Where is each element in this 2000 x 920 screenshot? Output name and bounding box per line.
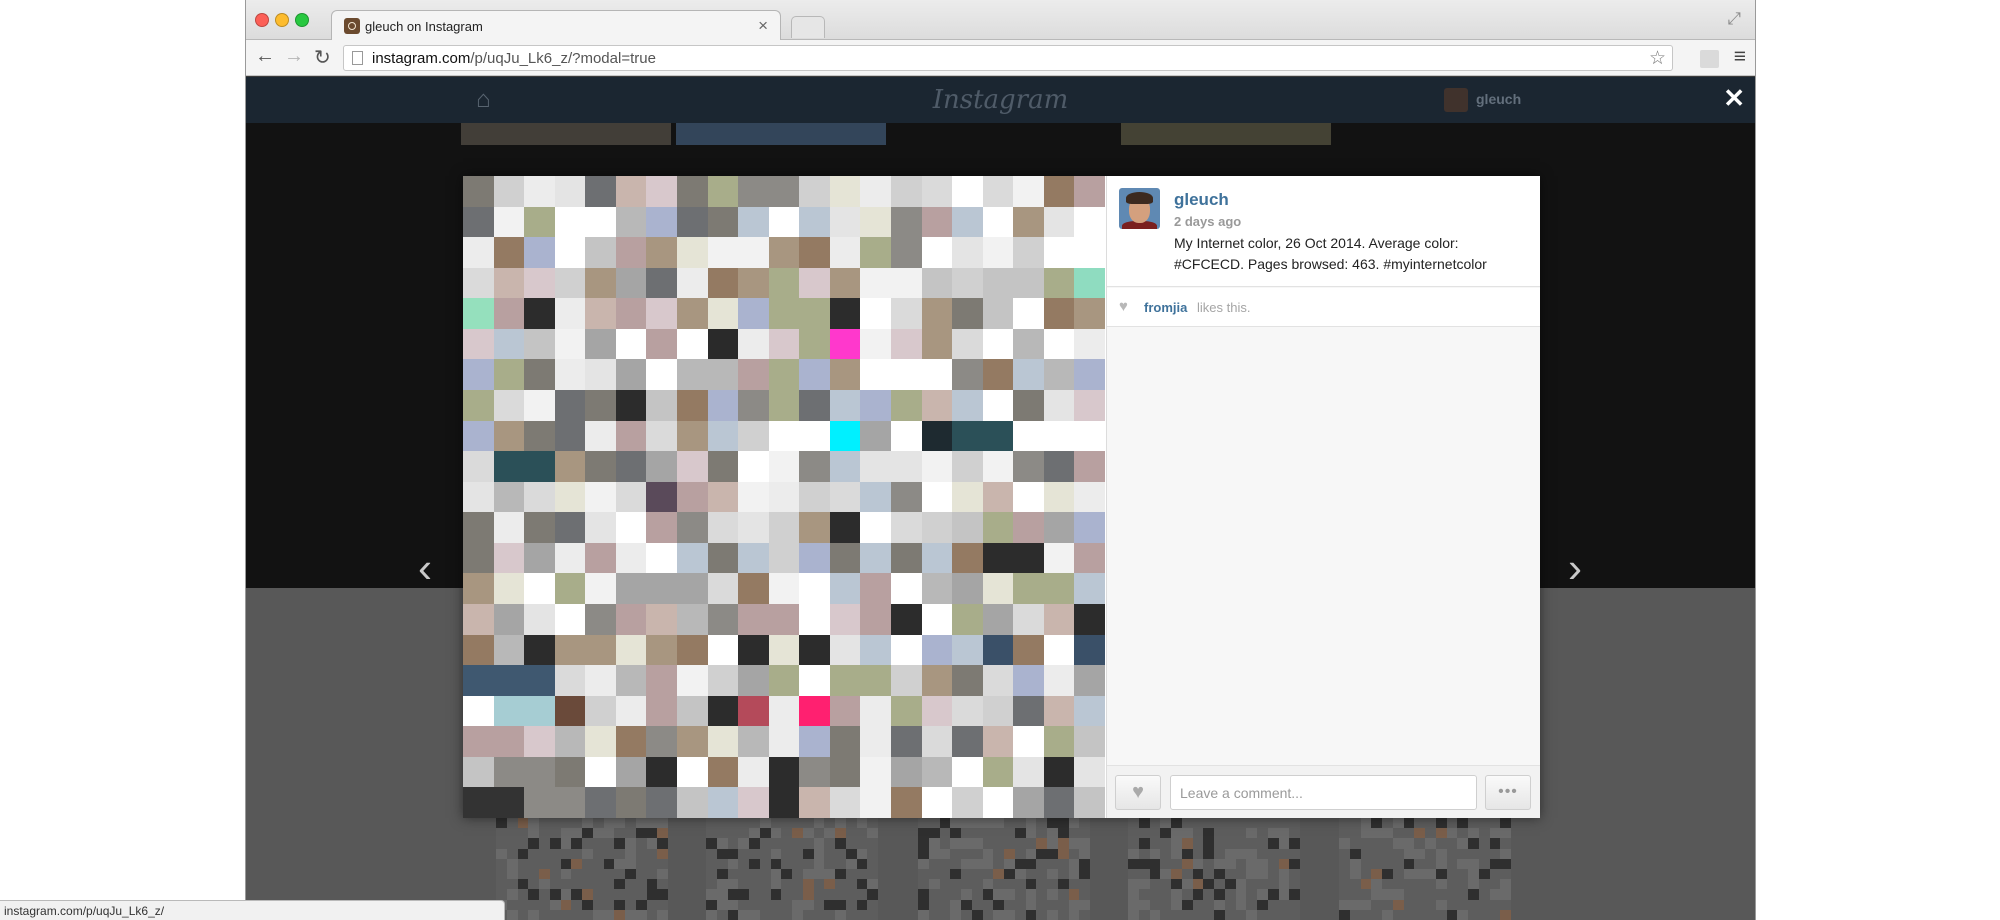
background-thumbnail (1121, 123, 1331, 145)
liker-username[interactable]: fromjia (1144, 300, 1187, 315)
comment-input[interactable] (1170, 775, 1477, 810)
star-icon[interactable]: ☆ (1649, 47, 1666, 70)
grid-thumbnail[interactable] (496, 818, 668, 920)
prev-arrow-icon[interactable]: ‹ (418, 544, 432, 592)
close-icon[interactable]: ✕ (1723, 83, 1745, 114)
browser-tab[interactable]: gleuch on Instagram × (331, 10, 781, 41)
instagram-favicon-icon (344, 18, 360, 34)
instagram-logo[interactable]: Instagram (246, 85, 1755, 115)
url-text[interactable]: instagram.com/p/uqJu_Lk6_z/?modal=true (372, 50, 656, 67)
browser-window: gleuch on Instagram × ⤢ ← → ↻ instagram.… (245, 0, 1756, 920)
post-sidebar: gleuch 2 days ago My Internet color, 26 … (1106, 176, 1540, 818)
grid-thumbnail[interactable] (1128, 818, 1300, 920)
page-icon (352, 51, 363, 65)
title-bar: gleuch on Instagram × ⤢ (246, 0, 1755, 41)
browser-toolbar: ← → ↻ instagram.com/p/uqJu_Lk6_z/?modal=… (246, 40, 1755, 76)
minimize-window-button[interactable] (275, 13, 289, 27)
reload-icon[interactable]: ↻ (314, 45, 331, 70)
heart-icon: ♥ (1132, 781, 1144, 803)
status-bar: instagram.com/p/uqJu_Lk6_z/ (0, 900, 505, 920)
post-modal: gleuch 2 days ago My Internet color, 26 … (463, 176, 1540, 818)
post-photo[interactable] (463, 176, 1105, 818)
next-arrow-icon[interactable]: › (1568, 544, 1582, 592)
menu-icon[interactable]: ≡ (1734, 45, 1746, 69)
post-caption: My Internet color, 26 Oct 2014. Average … (1174, 235, 1487, 272)
more-options-button[interactable]: ••• (1485, 775, 1531, 810)
close-window-button[interactable] (255, 13, 269, 27)
fullscreen-icon[interactable]: ⤢ (1727, 9, 1741, 29)
zoom-window-button[interactable] (295, 13, 309, 27)
address-bar[interactable]: instagram.com/p/uqJu_Lk6_z/?modal=true ☆ (343, 45, 1673, 71)
grid-thumbnail[interactable] (1339, 818, 1511, 920)
new-tab-button[interactable] (791, 16, 825, 38)
likes-row: ♥ fromjia likes this. (1107, 288, 1540, 327)
avatar[interactable] (1444, 88, 1468, 112)
likes-text: likes this. (1197, 300, 1251, 315)
heart-icon: ♥ (1119, 298, 1128, 315)
tab-title: gleuch on Instagram (365, 19, 483, 34)
like-button[interactable]: ♥ (1115, 775, 1161, 810)
grid-thumbnail[interactable] (918, 818, 1090, 920)
nav-username[interactable]: gleuch (1476, 91, 1521, 107)
avatar[interactable] (1119, 188, 1160, 229)
tab-close-icon[interactable]: × (758, 16, 768, 36)
post-header: gleuch 2 days ago My Internet color, 26 … (1107, 176, 1540, 287)
page-content: ⌂ Instagram gleuch ✕ ‹ › gleuch 2 days a… (246, 77, 1755, 920)
post-timestamp[interactable]: 2 days ago (1174, 214, 1241, 229)
background-thumbnail (676, 123, 886, 145)
background-thumbnail (461, 123, 671, 145)
post-username[interactable]: gleuch (1174, 190, 1229, 210)
more-icon: ••• (1498, 783, 1518, 800)
extension-icon[interactable] (1700, 50, 1719, 68)
grid-thumbnail[interactable] (706, 818, 878, 920)
forward-arrow-icon[interactable]: → (284, 45, 304, 68)
comment-bar: ♥ ••• (1107, 765, 1540, 818)
instagram-nav-bar: ⌂ Instagram gleuch ✕ (246, 77, 1755, 123)
back-arrow-icon[interactable]: ← (255, 45, 275, 68)
